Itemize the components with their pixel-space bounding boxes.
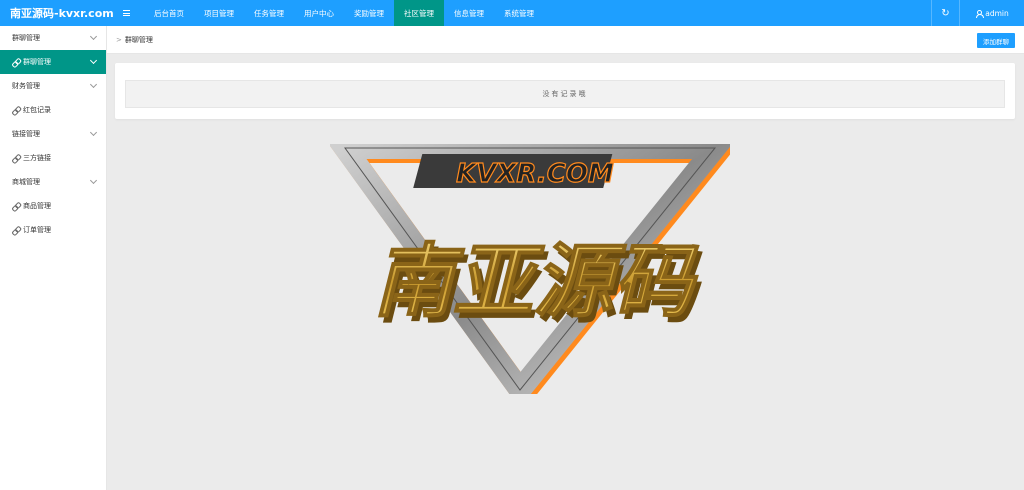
sidebar-item-label: 三方链接: [23, 154, 51, 162]
sidebar-item-label: 群聊管理: [23, 58, 51, 66]
user-menu[interactable]: admin: [959, 0, 1024, 26]
nav-item-info[interactable]: 信息管理: [444, 0, 494, 26]
sidebar-item-label: 红包记录: [23, 106, 51, 114]
chevron-down-icon: [89, 80, 98, 89]
refresh-icon: ↻: [941, 7, 950, 19]
link-icon: [12, 59, 19, 66]
link-icon: [12, 203, 19, 210]
top-nav: 后台首页 项目管理 任务管理 用户中心 奖励管理 社区管理 信息管理 系统管理: [144, 0, 544, 26]
sidebar-item-orders[interactable]: 订单管理: [0, 218, 106, 242]
chevron-down-icon: [89, 128, 98, 137]
watermark-logo: KVXR.COM 南亚源码 南亚源码: [330, 144, 730, 394]
sidebar-item-label: 链接管理: [12, 130, 40, 138]
refresh-button[interactable]: ↻: [931, 0, 959, 26]
top-navbar: 南亚源码-kvxr.com 后台首页 项目管理 任务管理 用户中心 奖励管理 社…: [0, 0, 1024, 26]
sidebar-item-label: 订单管理: [23, 226, 51, 234]
app-brand[interactable]: 南亚源码-kvxr.com: [0, 0, 118, 26]
watermark-title: 南亚源码: [373, 235, 699, 328]
sidebar-group-finance[interactable]: 财务管理: [0, 74, 106, 98]
sidebar-item-red-packet[interactable]: 红包记录: [0, 98, 106, 122]
breadcrumb-bar: > 群聊管理 添加群聊: [107, 26, 1024, 54]
sidebar-item-label: 商城管理: [12, 178, 40, 186]
breadcrumb-current: 群聊管理: [124, 35, 153, 44]
empty-table-message: 没有记录哦: [125, 80, 1005, 108]
sidebar: 群聊管理 群聊管理 财务管理 红包记录 链接管理 三方链接 商城管理 商品管理 …: [0, 26, 107, 490]
link-icon: [12, 107, 19, 114]
user-icon: [975, 9, 984, 18]
sidebar-item-products[interactable]: 商品管理: [0, 194, 106, 218]
nav-item-rewards[interactable]: 奖励管理: [344, 0, 394, 26]
nav-item-community[interactable]: 社区管理: [394, 0, 444, 26]
link-icon: [12, 227, 19, 234]
nav-item-projects[interactable]: 项目管理: [194, 0, 244, 26]
nav-item-users[interactable]: 用户中心: [294, 0, 344, 26]
nav-item-system[interactable]: 系统管理: [494, 0, 544, 26]
nav-item-tasks[interactable]: 任务管理: [244, 0, 294, 26]
hamburger-icon: [122, 10, 130, 16]
top-right-tools: ↻ admin: [931, 0, 1024, 26]
chevron-down-icon: [89, 176, 98, 185]
breadcrumb: > 群聊管理: [116, 35, 153, 45]
sidebar-group-chat[interactable]: 群聊管理: [0, 26, 106, 50]
sidebar-item-label: 财务管理: [12, 82, 40, 90]
sidebar-item-chat-manage[interactable]: 群聊管理: [0, 50, 106, 74]
sidebar-group-shop[interactable]: 商城管理: [0, 170, 106, 194]
sidebar-item-label: 群聊管理: [12, 34, 40, 42]
sidebar-group-links[interactable]: 链接管理: [0, 122, 106, 146]
user-name: admin: [985, 8, 1009, 18]
link-icon: [12, 155, 19, 162]
add-chat-button[interactable]: 添加群聊: [977, 33, 1015, 48]
chevron-down-icon: [89, 32, 98, 41]
sidebar-item-label: 商品管理: [23, 202, 51, 210]
breadcrumb-separator: >: [116, 35, 122, 44]
sidebar-item-third-party-links[interactable]: 三方链接: [0, 146, 106, 170]
menu-toggle-button[interactable]: [118, 0, 134, 26]
chevron-down-icon: [89, 56, 98, 65]
watermark-domain: KVXR.COM: [456, 159, 614, 189]
content-card: 没有记录哦: [115, 63, 1015, 119]
nav-item-dashboard[interactable]: 后台首页: [144, 0, 194, 26]
